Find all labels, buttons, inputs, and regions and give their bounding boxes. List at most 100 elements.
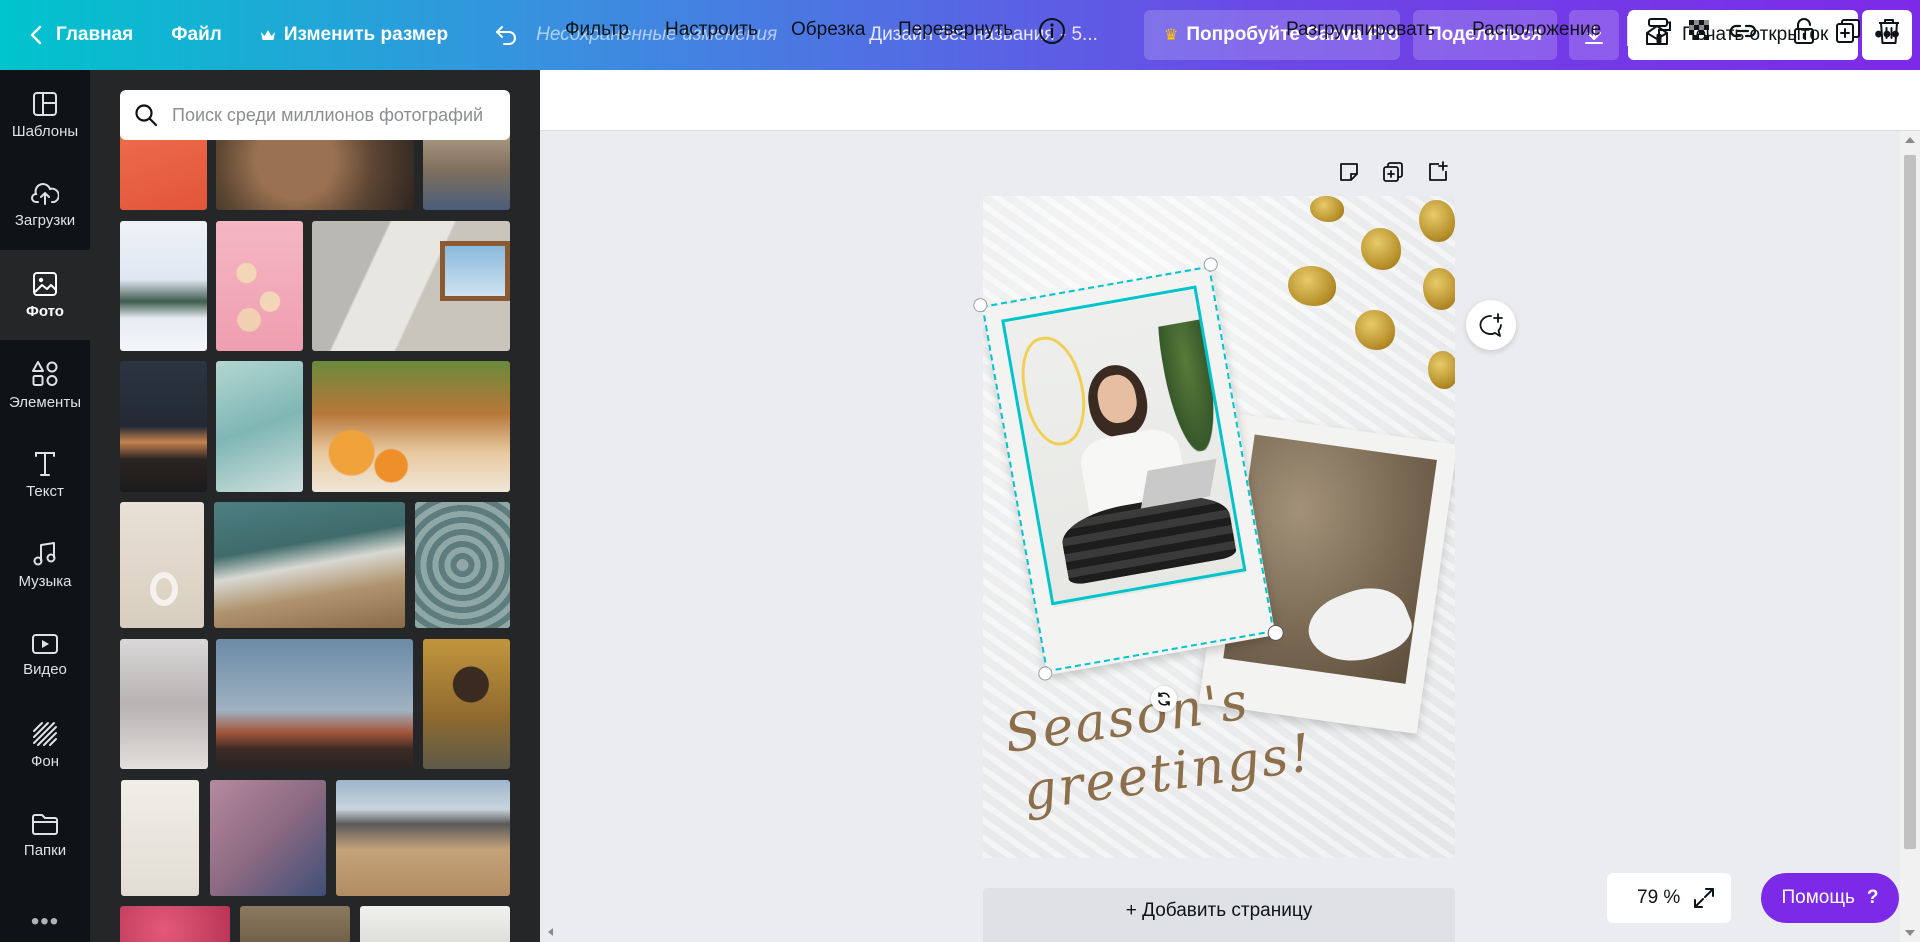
photo-thumbnail[interactable] [210,780,326,896]
photo-icon [33,271,57,296]
lock-button[interactable] [1789,16,1819,46]
gold-dot[interactable] [1310,196,1344,222]
photo-thumbnail[interactable] [120,502,204,628]
info-button[interactable] [1037,16,1067,46]
resize-button[interactable]: Изменить размер [248,11,460,59]
info-icon [1039,18,1065,44]
sidebar-item-text[interactable]: Текст [0,430,90,520]
vertical-scrollbar[interactable] [1900,131,1920,942]
ungroup-button[interactable]: Разгруппировать [1286,19,1435,41]
text-icon [35,451,55,476]
vertical-scroll-thumb[interactable] [1904,155,1916,849]
undo-button[interactable] [484,11,528,59]
sidebar-item-elements[interactable]: Элементы [0,340,90,430]
note-icon [1340,163,1358,181]
elements-icon [32,360,58,386]
gold-dot[interactable] [1355,310,1395,350]
scroll-up-arrow[interactable] [1905,137,1915,143]
sidebar-item-photos[interactable]: Фото [0,250,90,340]
gold-dot[interactable] [1361,228,1401,270]
adjust-button[interactable]: Настроить [665,19,758,41]
photo-thumbnail[interactable] [216,639,413,769]
crown-icon [260,30,275,40]
add-comment-button[interactable] [1466,300,1516,350]
position-button[interactable]: Расположение [1472,19,1601,41]
gold-dot[interactable] [1288,266,1336,306]
rotate-handle[interactable] [1151,686,1177,712]
rotate-icon [1158,692,1170,706]
sidebar-item-templates[interactable]: Шаблоны [0,70,90,160]
help-button[interactable]: Помощь ? [1761,873,1899,923]
photo-thumbnail[interactable] [216,361,303,492]
photo-search-box[interactable] [120,90,510,140]
crop-button[interactable]: Обрезка [791,19,865,41]
video-icon [32,633,58,654]
duplicate-button[interactable] [1833,16,1863,46]
photo-search-input[interactable] [172,104,492,126]
photo-thumbnail[interactable] [120,639,208,769]
filter-button[interactable]: Фильтр [565,19,629,41]
photo-thumbnail[interactable] [120,906,230,942]
sidebar-more-button[interactable]: ••• [0,902,90,942]
sidebar-label: Папки [23,841,67,859]
zoom-control[interactable]: 79 % [1607,873,1731,923]
photo-thumbnail[interactable] [216,221,303,351]
gold-dot[interactable] [1423,268,1455,310]
photo-thumbnail[interactable] [312,221,510,351]
photo-thumbnail[interactable] [214,502,405,628]
gold-dot[interactable] [1428,351,1455,389]
folder-icon [32,813,58,835]
paint-roller-icon [1648,18,1671,43]
sidebar-label: Шаблоны [11,122,79,140]
photo-thumbnail[interactable] [312,361,510,492]
music-icon [33,541,56,565]
sidebar-label: Элементы [9,393,81,411]
photo-thumbnail[interactable] [120,221,207,351]
photo-thumbnail[interactable] [360,906,510,942]
fullscreen-icon[interactable] [1693,887,1715,909]
transparency-button[interactable] [1685,16,1715,46]
left-sidebar: Шаблоны Загрузки Фото Элементы Текст Муз… [0,70,90,942]
help-icon: ? [1866,887,1879,908]
file-label: Файл [171,24,222,45]
sidebar-item-uploads[interactable]: Загрузки [0,160,90,250]
file-menu-button[interactable]: Файл [159,11,234,59]
photo-thumbnail[interactable] [423,639,510,769]
photo-thumbnail[interactable] [336,780,510,896]
help-label: Помощь [1781,887,1855,908]
scroll-down-arrow[interactable] [1905,930,1915,936]
link-button[interactable] [1728,16,1758,46]
image-toolbar [540,70,1920,131]
sidebar-label: Загрузки [14,211,76,229]
photo-thumbnail[interactable] [121,780,199,896]
photo-thumbnail[interactable] [415,502,510,628]
unlock-icon [1794,18,1814,44]
sidebar-item-folders[interactable]: Папки [0,790,90,880]
duplicate-page-button[interactable] [1381,160,1405,184]
delete-button[interactable] [1874,16,1904,46]
upload-cloud-icon [31,182,59,205]
sidebar-item-background[interactable]: Фон [0,700,90,790]
add-page-icon-button[interactable] [1426,160,1450,184]
sidebar-label: Музыка [18,572,72,590]
sidebar-label: Фон [30,752,60,770]
photo-thumbnail[interactable] [120,361,207,492]
sidebar-label: Текст [26,482,64,500]
scroll-left-arrow[interactable] [548,928,553,936]
flip-button[interactable]: Перевернуть [898,19,1013,41]
link-icon [1729,24,1757,38]
duplicate-icon [1836,19,1860,43]
copy-style-button[interactable] [1644,16,1674,46]
add-page-button[interactable]: + Добавить страницу [983,888,1455,942]
undo-icon [496,26,517,45]
home-button[interactable]: Главная [18,11,145,59]
resize-label: Изменить размер [283,24,449,45]
sidebar-item-video[interactable]: Видео [0,610,90,700]
photo-thumbnail[interactable] [240,906,350,942]
transparency-icon [1689,20,1709,40]
gold-dot[interactable] [1419,200,1455,242]
background-icon [33,721,57,746]
add-note-button[interactable] [1337,160,1361,184]
chevron-left-icon [30,25,42,45]
sidebar-item-music[interactable]: Музыка [0,520,90,610]
